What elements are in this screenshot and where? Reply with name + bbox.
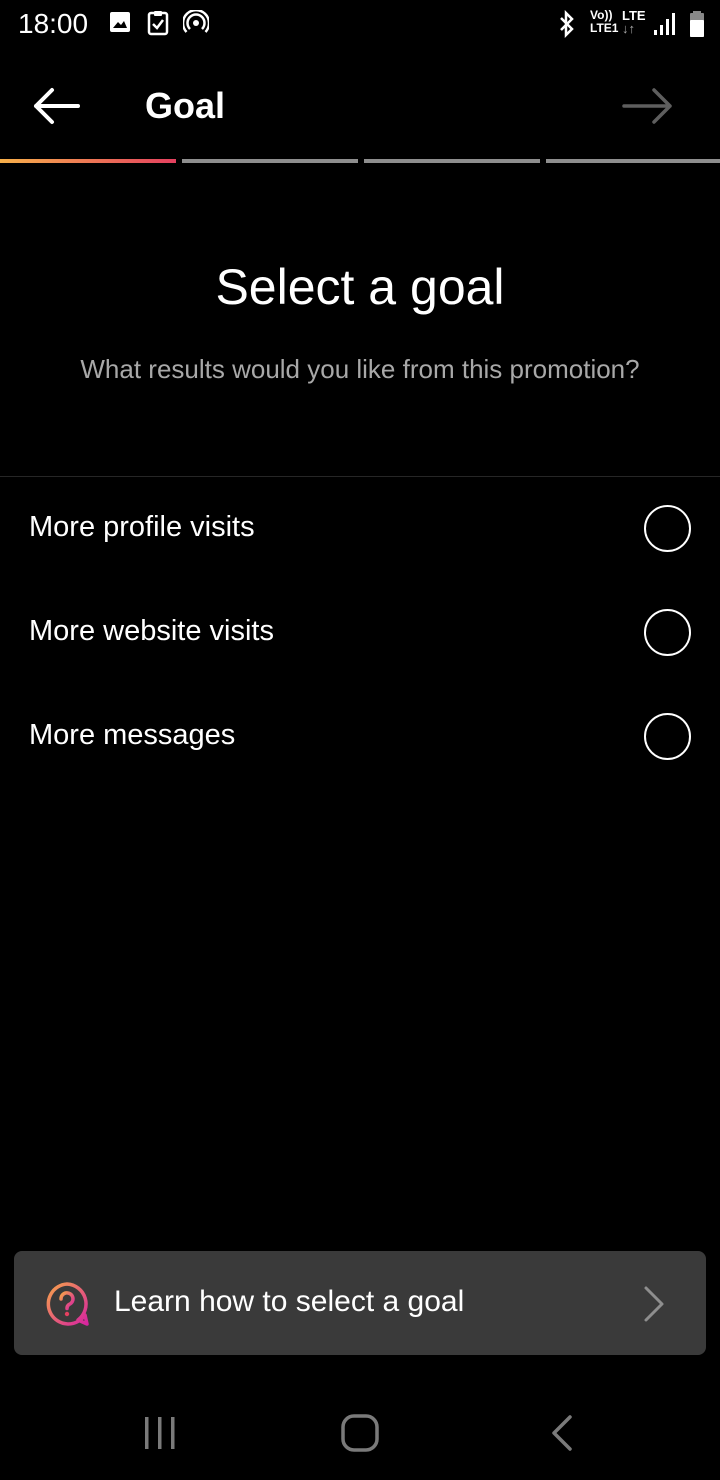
question-bubble-icon [46,1282,89,1326]
progress-segment [364,159,540,163]
radio-button[interactable] [644,713,691,760]
recents-icon[interactable] [140,1415,180,1451]
section-subtitle: What results would you like from this pr… [80,354,640,384]
volte-indicator: Vo)) LTE1 [590,8,619,35]
screen: 18:00 Vo)) LTE1 LTE ↓↑ Goal Select a goa… [0,0,720,1480]
chevron-right-icon [644,1286,664,1322]
goal-option-label: More website visits [29,615,274,647]
goal-options-list: More profile visits More website visits … [0,477,720,789]
bluetooth-icon [560,10,574,38]
progress-segment [182,159,358,163]
hotspot-icon [183,10,209,33]
home-icon[interactable] [340,1413,380,1453]
radio-button[interactable] [644,609,691,656]
battery-icon [690,11,704,37]
learn-how-label: Learn how to select a goal [114,1285,465,1318]
back-icon[interactable] [548,1413,576,1453]
status-time: 18:00 [18,8,89,39]
step-progress-bar [0,159,720,164]
goal-option-messages[interactable]: More messages [0,685,720,789]
clipboard-check-icon [147,11,169,36]
image-icon [110,12,130,32]
goal-option-profile-visits[interactable]: More profile visits [0,477,720,581]
signal-icon [654,13,675,35]
lte-indicator: LTE ↓↑ [622,8,646,36]
back-button[interactable] [30,84,82,128]
header: Goal [0,60,720,150]
next-button[interactable] [620,84,676,128]
progress-segment [546,159,720,163]
goal-option-website-visits[interactable]: More website visits [0,581,720,685]
section-title: Select a goal [215,259,505,315]
status-bar: 18:00 Vo)) LTE1 LTE ↓↑ [0,0,720,50]
goal-option-label: More messages [29,719,236,751]
goal-option-label: More profile visits [29,511,255,543]
page-title: Goal [145,85,226,126]
radio-button[interactable] [644,505,691,552]
learn-how-card[interactable]: Learn how to select a goal [14,1251,706,1355]
progress-segment-active [0,159,176,163]
system-nav-bar [0,1395,720,1480]
